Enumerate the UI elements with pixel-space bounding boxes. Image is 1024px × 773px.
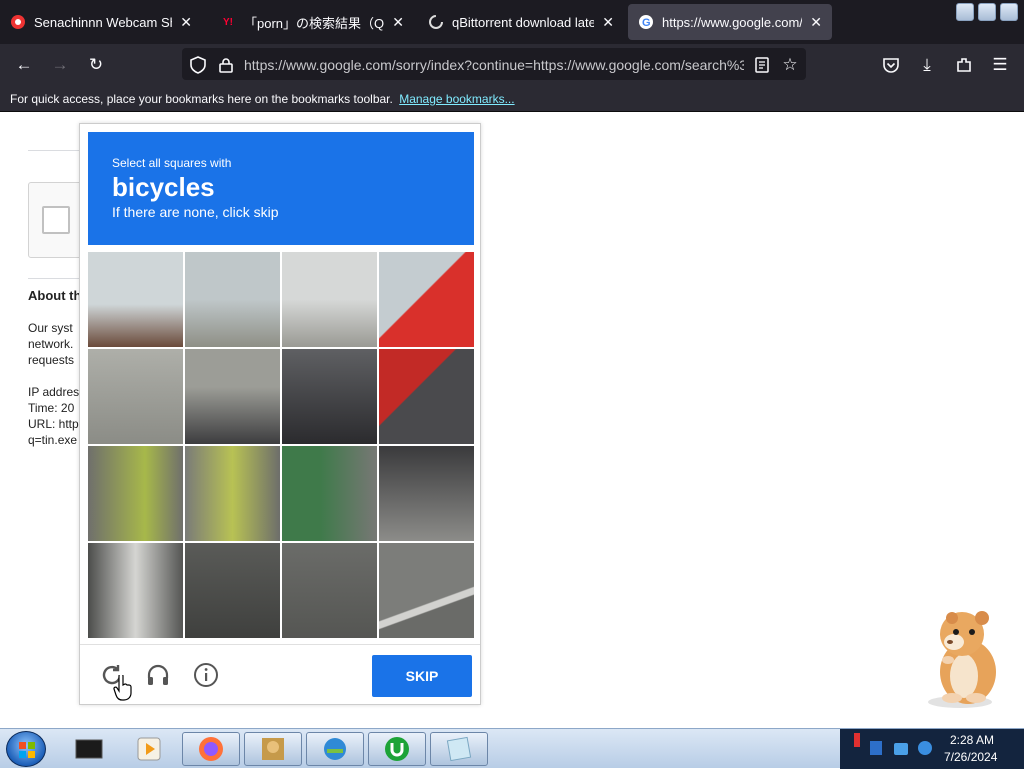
tab-webcam-show[interactable]: Senachinnn Webcam Show | ✕ bbox=[0, 4, 202, 40]
captcha-tile[interactable] bbox=[379, 543, 474, 638]
challenge-footer: SKIP bbox=[80, 644, 480, 704]
captcha-tile[interactable] bbox=[185, 349, 280, 444]
captcha-tile[interactable] bbox=[88, 446, 183, 541]
audio-challenge-headphones-icon[interactable] bbox=[144, 661, 172, 689]
bookmarks-toolbar: For quick access, place your bookmarks h… bbox=[0, 86, 1024, 112]
body-text-line: Time: 20 bbox=[28, 401, 75, 415]
tab-close-icon[interactable]: ✕ bbox=[810, 14, 822, 31]
tab-close-icon[interactable]: ✕ bbox=[602, 14, 614, 31]
tab-close-icon[interactable]: ✕ bbox=[180, 14, 192, 31]
tab-close-icon[interactable]: ✕ bbox=[392, 14, 404, 31]
body-text-line: q=tin.exe bbox=[28, 433, 78, 447]
info-icon[interactable] bbox=[192, 661, 220, 689]
instruction-prefix: Select all squares with bbox=[112, 156, 232, 170]
tab-strip: Senachinnn Webcam Show | ✕ Y! 「porn」の検索結… bbox=[0, 0, 1024, 44]
manage-bookmarks-link[interactable]: Manage bookmarks... bbox=[399, 92, 514, 106]
captcha-image-grid bbox=[88, 252, 474, 638]
google-favicon-icon: G bbox=[638, 14, 654, 30]
body-text-line: URL: http bbox=[28, 417, 79, 431]
taskbar-box-app-icon[interactable] bbox=[244, 732, 302, 766]
instruction-suffix: If there are none, click skip bbox=[112, 204, 279, 220]
body-text-line: network. bbox=[28, 337, 74, 351]
tab-yahoo-search[interactable]: Y! 「porn」の検索結果（Q&A ✕ bbox=[210, 4, 414, 40]
tray-app-icon[interactable] bbox=[870, 741, 882, 755]
challenge-header: Select all squares with bicycles If ther… bbox=[88, 132, 474, 245]
restore-window-icon[interactable] bbox=[978, 3, 996, 21]
taskbar-firefox-icon[interactable] bbox=[182, 732, 240, 766]
tray-globe-icon[interactable] bbox=[918, 741, 932, 755]
system-tray: 2:28 AM 7/26/2024 bbox=[840, 729, 1024, 769]
forward-arrow-icon[interactable]: → bbox=[49, 54, 71, 76]
captcha-tile[interactable] bbox=[379, 446, 474, 541]
captcha-tile[interactable] bbox=[88, 349, 183, 444]
captcha-tile[interactable] bbox=[185, 446, 280, 541]
yahoo-favicon-icon: Y! bbox=[223, 16, 233, 28]
body-text-line: IP addres bbox=[28, 385, 80, 399]
body-text-line: requests bbox=[28, 353, 75, 367]
taskbar-media-player-icon[interactable] bbox=[120, 732, 178, 766]
tab-qbittorrent[interactable]: qBittorrent download latest ✕ bbox=[418, 4, 624, 40]
tab-favicon-icon bbox=[10, 14, 26, 30]
tracking-shield-icon[interactable] bbox=[187, 54, 209, 76]
captcha-tile[interactable] bbox=[379, 252, 474, 347]
clock-time[interactable]: 2:28 AM bbox=[950, 733, 994, 747]
captcha-tile[interactable] bbox=[185, 252, 280, 347]
tab-google-sorry[interactable]: G https://www.google.com/se ✕ bbox=[628, 4, 832, 40]
captcha-tile[interactable] bbox=[282, 543, 377, 638]
reload-icon[interactable]: ↻ bbox=[85, 54, 107, 76]
loading-spinner-icon bbox=[428, 14, 444, 30]
captcha-tile[interactable] bbox=[282, 349, 377, 444]
tab-title: 「porn」の検索結果（Q&A bbox=[244, 15, 385, 31]
captcha-tile[interactable] bbox=[282, 252, 377, 347]
close-window-icon[interactable] bbox=[1000, 3, 1018, 21]
about-heading: About th bbox=[28, 288, 80, 303]
start-button[interactable] bbox=[6, 731, 46, 767]
extensions-icon[interactable] bbox=[953, 54, 975, 76]
captcha-tile[interactable] bbox=[88, 252, 183, 347]
back-arrow-icon[interactable]: ← bbox=[13, 54, 35, 76]
url-text[interactable]: https://www.google.com/sorry/index?conti… bbox=[244, 57, 744, 73]
taskbar-app-black-icon[interactable] bbox=[60, 732, 118, 766]
tab-title: https://www.google.com/se bbox=[662, 14, 803, 30]
skip-button[interactable]: SKIP bbox=[372, 655, 472, 697]
svg-text:G: G bbox=[642, 17, 651, 29]
lock-icon[interactable] bbox=[215, 54, 237, 76]
captcha-tile[interactable] bbox=[282, 446, 377, 541]
tray-indicator-icon[interactable] bbox=[854, 733, 860, 747]
tab-title: Senachinnn Webcam Show | bbox=[34, 14, 172, 30]
captcha-challenge-dialog: Select all squares with bicycles If ther… bbox=[79, 123, 481, 705]
downloads-icon[interactable]: ⤓ bbox=[916, 54, 938, 76]
tab-title: qBittorrent download latest bbox=[452, 14, 595, 30]
network-icon[interactable] bbox=[894, 743, 908, 755]
taskbar: 2:28 AM 7/26/2024 bbox=[0, 728, 1024, 769]
clock-date[interactable]: 7/26/2024 bbox=[944, 750, 997, 764]
bookmarks-hint-text: For quick access, place your bookmarks h… bbox=[10, 92, 393, 106]
captcha-tile[interactable] bbox=[88, 543, 183, 638]
instruction-target: bicycles bbox=[112, 172, 215, 202]
captcha-tile[interactable] bbox=[379, 349, 474, 444]
pocket-icon[interactable] bbox=[880, 54, 902, 76]
reader-view-icon[interactable] bbox=[751, 54, 773, 76]
body-text-line: Our syst bbox=[28, 321, 73, 335]
minimize-window-icon[interactable] bbox=[956, 3, 974, 21]
recaptcha-checkbox[interactable] bbox=[42, 206, 70, 234]
hamster-desktop-pet[interactable] bbox=[918, 602, 1008, 710]
hand-cursor-icon bbox=[113, 673, 133, 701]
bookmark-star-icon[interactable]: ☆ bbox=[779, 54, 801, 76]
captcha-tile[interactable] bbox=[185, 543, 280, 638]
taskbar-notes-icon[interactable] bbox=[430, 732, 488, 766]
menu-hamburger-icon[interactable]: ☰ bbox=[989, 54, 1011, 76]
taskbar-download-manager-icon[interactable] bbox=[306, 732, 364, 766]
taskbar-utorrent-icon[interactable] bbox=[368, 732, 426, 766]
